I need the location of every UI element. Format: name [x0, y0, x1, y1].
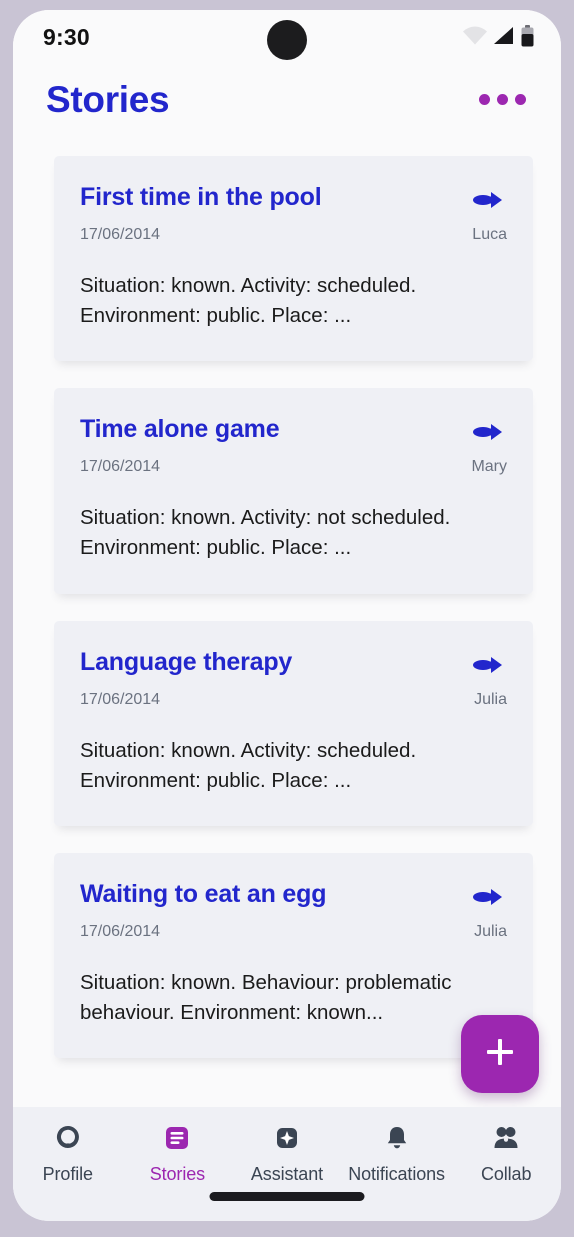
story-date: 17/06/2014 [80, 226, 161, 243]
app-bar: Stories [13, 66, 561, 132]
arrow-right-icon[interactable] [471, 653, 505, 682]
story-author: Julia [474, 690, 507, 708]
story-summary: Situation: known. Activity: not schedule… [80, 506, 451, 560]
camera-punch-hole [267, 20, 307, 60]
more-horizontal-icon[interactable] [477, 86, 528, 113]
cellular-signal-icon [492, 26, 516, 51]
battery-icon [520, 25, 535, 52]
bottom-navigation: Profile Stories Assistant Notifications … [13, 1107, 561, 1221]
bell-icon [382, 1123, 412, 1153]
add-story-fab[interactable] [461, 1015, 539, 1093]
nav-item-notifications[interactable]: Notifications [342, 1123, 452, 1185]
nav-label-collab: Collab [480, 1164, 532, 1184]
story-card[interactable]: Waiting to eat an egg 17/06/2014 Julia S… [54, 852, 533, 1058]
home-indicator [209, 1192, 365, 1201]
story-card-header: First time in the pool [80, 184, 507, 217]
story-card-header: Waiting to eat an egg [80, 879, 507, 914]
wifi-icon [462, 26, 488, 51]
menu-dot [515, 93, 526, 105]
story-summary: Situation: known. Activity: scheduled. E… [80, 274, 417, 328]
story-author: Mary [471, 458, 507, 476]
story-list[interactable]: First time in the pool 17/06/2014 Luca S… [13, 132, 561, 1107]
story-card[interactable]: Language therapy 17/06/2014 Julia Situat… [54, 620, 533, 826]
story-date: 17/06/2014 [80, 458, 161, 476]
menu-dot [497, 93, 508, 105]
arrow-right-icon[interactable] [471, 420, 505, 449]
story-author: Luca [472, 226, 507, 243]
nav-label-assistant: Assistant [250, 1164, 324, 1184]
profile-icon [53, 1123, 83, 1153]
status-bar: 9:30 [13, 10, 561, 66]
status-time: 9:30 [43, 24, 90, 50]
menu-dot [479, 93, 490, 105]
nav-item-stories[interactable]: Stories [123, 1123, 233, 1185]
people-group-icon [491, 1123, 521, 1153]
story-card[interactable]: First time in the pool 17/06/2014 Luca S… [54, 156, 533, 362]
story-card-header: Language therapy [80, 647, 507, 682]
story-meta: 17/06/2014 Luca [80, 226, 507, 244]
arrow-right-icon[interactable] [471, 885, 505, 914]
story-date: 17/06/2014 [80, 690, 161, 708]
story-card-header: Time alone game [80, 416, 507, 449]
status-icons [462, 25, 535, 52]
arrow-right-icon[interactable] [471, 188, 505, 217]
story-title: First time in the pool [80, 183, 322, 211]
page-title: Stories [46, 78, 170, 120]
nav-item-profile[interactable]: Profile [13, 1123, 123, 1185]
story-meta: 17/06/2014 Julia [80, 691, 507, 709]
phone-frame: 9:30 Stories First time in the pool 17/0… [0, 0, 574, 1237]
story-title: Waiting to eat an egg [80, 879, 327, 908]
story-card[interactable]: Time alone game 17/06/2014 Mary Situatio… [54, 388, 533, 594]
assistant-sparkle-icon [272, 1123, 302, 1153]
plus-icon [480, 1032, 520, 1077]
story-title: Language therapy [80, 647, 293, 676]
nav-label-notifications: Notifications [348, 1164, 445, 1184]
stories-icon [162, 1123, 192, 1153]
story-summary: Situation: known. Activity: scheduled. E… [80, 738, 417, 792]
nav-label-profile: Profile [42, 1164, 93, 1184]
nav-item-collab[interactable]: Collab [451, 1123, 561, 1185]
story-meta: 17/06/2014 Mary [80, 458, 507, 476]
story-author: Julia [474, 922, 507, 940]
story-meta: 17/06/2014 Julia [80, 923, 507, 941]
phone-screen: 9:30 Stories First time in the pool 17/0… [13, 10, 561, 1221]
nav-label-stories: Stories [149, 1164, 206, 1184]
story-title: Time alone game [80, 415, 280, 444]
nav-item-assistant[interactable]: Assistant [232, 1123, 342, 1185]
story-summary: Situation: known. Behaviour: problematic… [80, 970, 452, 1024]
story-date: 17/06/2014 [80, 922, 161, 940]
